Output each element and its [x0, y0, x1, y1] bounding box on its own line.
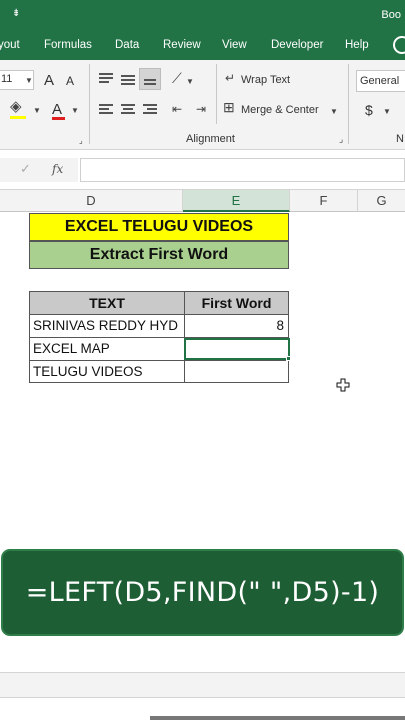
table-row[interactable]: TELUGU VIDEOS	[29, 360, 185, 383]
chevron-down-icon[interactable]: ▼	[186, 75, 194, 89]
chevron-down-icon: ▼	[25, 76, 33, 85]
chevron-down-icon[interactable]: ▼	[330, 105, 338, 119]
column-header-f[interactable]: F	[290, 190, 358, 212]
group-separator	[348, 64, 349, 144]
orientation-icon[interactable]: ⟋	[172, 71, 182, 85]
cell-text: SRINIVAS REDDY HYD	[33, 318, 179, 333]
tab-help[interactable]: Help	[345, 39, 369, 51]
tab-formulas[interactable]: Formulas	[44, 39, 92, 51]
tab-review[interactable]: Review	[163, 39, 201, 51]
table-row[interactable]: EXCEL MAP	[29, 337, 185, 361]
number-format-value: General	[360, 75, 400, 87]
increase-indent-icon[interactable]: ⇥	[196, 102, 206, 116]
ribbon-home: 11 ▼ A A ◈ ▼ A ▼ ⌟ ⟋ ▼ ⇤ ⇥ ↵ Wrap Text ⊞…	[0, 60, 405, 150]
column-header-g[interactable]: G	[358, 190, 405, 212]
horizontal-scrollbar[interactable]	[150, 716, 405, 720]
font-size-select[interactable]: 11 ▼	[0, 70, 34, 90]
decrease-font-icon[interactable]: A	[66, 74, 74, 88]
cell-first-word: 8	[276, 318, 284, 333]
tab-page-layout[interactable]: yout	[0, 39, 20, 51]
font-dialog-launcher-icon[interactable]: ⌟	[79, 134, 83, 148]
formula-input[interactable]	[80, 158, 405, 182]
table-header-text[interactable]: TEXT	[29, 291, 185, 315]
formula-bar: ✓ fx	[0, 150, 405, 190]
font-color-icon[interactable]: A	[52, 101, 62, 118]
group-separator	[216, 64, 217, 124]
alignment-group-label: Alignment	[186, 133, 235, 145]
tab-data[interactable]: Data	[115, 39, 139, 51]
quick-access-dropdown-icon[interactable]: ⇟	[12, 8, 20, 19]
ribbon-tabs: yout Formulas Data Review View Developer…	[0, 32, 405, 60]
active-cell-selection[interactable]	[184, 338, 290, 360]
enter-check-icon[interactable]: ✓	[20, 162, 31, 176]
fill-color-icon[interactable]: ◈	[10, 99, 22, 114]
tab-developer[interactable]: Developer	[271, 39, 323, 51]
tab-view[interactable]: View	[222, 39, 247, 51]
chevron-down-icon[interactable]: ▼	[71, 104, 79, 118]
formula-bar-buttons: ✓ fx	[0, 158, 78, 182]
title-bar: ⇟ Boo	[0, 0, 405, 32]
wrap-text-icon[interactable]: ↵	[225, 71, 235, 85]
table-row[interactable]: SRINIVAS REDDY HYD	[29, 314, 185, 338]
formula-banner-text: =LEFT(D5,FIND(" ",D5)-1)	[25, 577, 380, 608]
cell-text: EXCEL MAP	[33, 341, 110, 356]
window-title: Boo	[381, 9, 401, 21]
table-row[interactable]	[184, 360, 289, 383]
group-separator	[89, 64, 90, 144]
formula-banner: =LEFT(D5,FIND(" ",D5)-1)	[1, 549, 404, 636]
tell-me-lightbulb-icon[interactable]	[393, 36, 405, 54]
merge-center-icon[interactable]: ⊞	[223, 100, 235, 114]
number-group-label: N	[396, 133, 404, 145]
chevron-down-icon[interactable]: ▼	[383, 105, 391, 119]
column-header-d[interactable]: D	[0, 190, 183, 212]
title-cell-line2[interactable]: Extract First Word	[29, 241, 289, 269]
wrap-text-button[interactable]: Wrap Text	[241, 74, 290, 86]
font-size-value: 11	[1, 73, 13, 85]
chevron-down-icon[interactable]: ▼	[33, 104, 41, 118]
excel-window: ⇟ Boo yout Formulas Data Review View Dev…	[0, 0, 405, 720]
column-header-e[interactable]: E	[183, 190, 290, 212]
increase-font-icon[interactable]: A	[44, 72, 54, 89]
number-format-select[interactable]: General	[356, 70, 405, 92]
table-row[interactable]: 8	[184, 314, 289, 338]
cell-text: TELUGU VIDEOS	[33, 364, 143, 379]
currency-format-button[interactable]: $	[365, 102, 373, 118]
sheet-tabs-bar	[0, 672, 405, 698]
alignment-dialog-launcher-icon[interactable]: ⌟	[339, 132, 343, 146]
align-bottom-icon[interactable]	[139, 68, 161, 90]
merge-center-button[interactable]: Merge & Center	[241, 104, 319, 116]
table-header-first-word[interactable]: First Word	[184, 291, 289, 315]
decrease-indent-icon[interactable]: ⇤	[172, 102, 182, 116]
insert-function-icon[interactable]: fx	[52, 162, 63, 176]
fill-handle[interactable]	[286, 356, 291, 361]
font-color-swatch	[52, 117, 65, 120]
fill-color-swatch	[10, 116, 26, 119]
cross-cursor-icon	[336, 378, 350, 392]
title-cell-line1[interactable]: EXCEL TELUGU VIDEOS	[29, 213, 289, 241]
